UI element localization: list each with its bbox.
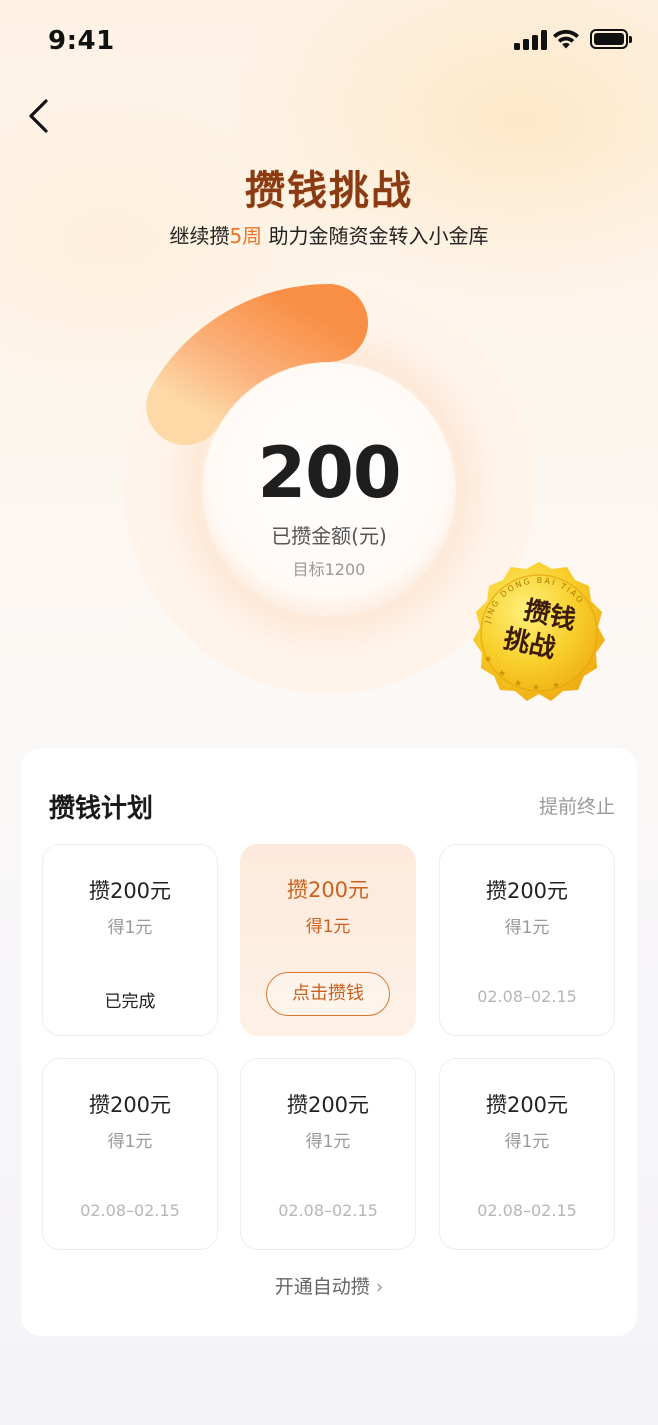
tile-reward: 得1元 (107, 918, 153, 938)
tile-amount: 攒200元 (88, 1093, 172, 1117)
tile-reward: 得1元 (305, 917, 351, 937)
tap-to-save-button[interactable]: 点击攒钱 (266, 972, 390, 1016)
auto-save-label: 开通自动攒 (274, 1276, 370, 1298)
wifi-icon (553, 29, 579, 49)
battery-icon (590, 29, 632, 49)
plan-tile-week-6[interactable]: 攒200元 得1元 02.08–02.15 (439, 1058, 615, 1250)
terminate-early-button[interactable]: 提前终止 (539, 792, 615, 819)
svg-text:★: ★ (514, 679, 522, 689)
plan-title: 攒钱计划 (49, 794, 154, 824)
svg-text:★: ★ (552, 681, 560, 691)
tile-amount: 攒200元 (485, 1093, 569, 1117)
subtitle-suffix: 助力金随资金转入小金库 (268, 224, 489, 248)
tile-reward: 得1元 (504, 1132, 550, 1152)
svg-text:★: ★ (484, 655, 492, 665)
tile-amount: 攒200元 (286, 1093, 370, 1117)
tile-date-range: 02.08–02.15 (477, 1201, 577, 1220)
back-chevron-icon[interactable] (22, 96, 56, 136)
chevron-right-icon: › (375, 1276, 384, 1298)
status-bar: 9:41 (0, 0, 658, 80)
tile-reward: 得1元 (107, 1132, 153, 1152)
status-time: 9:41 (48, 26, 115, 56)
tile-reward: 得1元 (305, 1132, 351, 1152)
tile-date-range: 02.08–02.15 (80, 1201, 180, 1220)
subtitle-weeks-highlight: 5周 (229, 224, 263, 248)
plan-tile-week-4[interactable]: 攒200元 得1元 02.08–02.15 (42, 1058, 218, 1250)
tile-amount: 攒200元 (88, 879, 172, 903)
plan-tile-week-5[interactable]: 攒200元 得1元 02.08–02.15 (240, 1058, 416, 1250)
savings-plan-card: 攒钱计划 提前终止 攒200元 得1元 已完成 攒200元 得1元 点击攒钱 攒… (21, 748, 637, 1336)
page-title: 攒钱挑战 (245, 168, 413, 214)
tile-amount: 攒200元 (485, 879, 569, 903)
subtitle-prefix: 继续攒 (169, 224, 230, 248)
saved-amount: 200 (257, 432, 401, 514)
challenge-badge-icon: JING DONG BAI TIAO 攒钱 挑战 ★ ★ ★ ★ ★ (473, 562, 605, 701)
plan-tile-week-2[interactable]: 攒200元 得1元 点击攒钱 (240, 844, 416, 1036)
page-subtitle: 继续攒5周 助力金随资金转入小金库 (0, 220, 658, 249)
svg-text:★: ★ (532, 683, 540, 693)
plan-tile-week-3[interactable]: 攒200元 得1元 02.08–02.15 (439, 844, 615, 1036)
tile-reward: 得1元 (504, 918, 550, 938)
plan-tile-week-1[interactable]: 攒200元 得1元 已完成 (42, 844, 218, 1036)
enable-auto-save-link[interactable]: 开通自动攒 › (21, 1272, 637, 1299)
tile-status-completed: 已完成 (104, 992, 156, 1012)
saved-amount-label: 已攒金额(元) (271, 524, 387, 548)
cellular-signal-icon (514, 30, 548, 50)
tile-date-range: 02.08–02.15 (278, 1201, 378, 1220)
tile-date-range: 02.08–02.15 (477, 987, 577, 1006)
tile-amount: 攒200元 (286, 878, 370, 902)
svg-text:★: ★ (498, 669, 506, 679)
